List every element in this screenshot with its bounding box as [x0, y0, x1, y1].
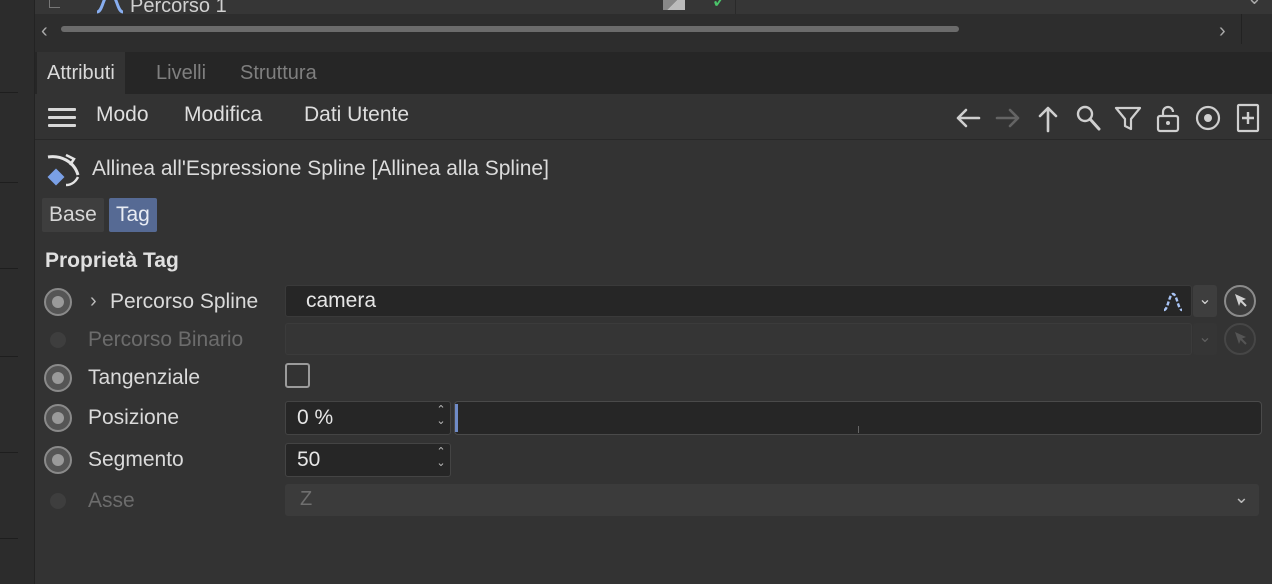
tab-structure[interactable]: Struttura — [230, 52, 327, 94]
position-slider[interactable] — [454, 401, 1262, 435]
stepper-arrows-icon[interactable]: ⌃ ⌄ — [434, 447, 448, 469]
property-label: Asse — [88, 489, 135, 512]
spline-object-icon — [96, 0, 124, 14]
panel-tabbar: Attributi Livelli Struttura — [35, 52, 1272, 94]
attributes-menubar: Modo Modifica Dati Utente — [35, 95, 1272, 140]
axis-select: Z ⌄ — [285, 484, 1259, 516]
property-rail-path: Percorso Binario ⌄ — [44, 323, 1264, 357]
segment-input[interactable]: 50 ⌃ ⌄ — [285, 443, 451, 477]
position-input[interactable]: 0 % ⌃ ⌄ — [285, 401, 451, 435]
align-to-spline-tag-icon — [47, 153, 80, 187]
divider — [0, 268, 18, 269]
divider — [0, 356, 18, 357]
stepper-arrows-icon[interactable]: ⌃ ⌄ — [434, 405, 448, 427]
spline-link-value: camera — [306, 289, 377, 312]
left-panel-edge — [0, 0, 35, 584]
hamburger-menu-icon[interactable] — [48, 108, 76, 128]
menu-user-data[interactable]: Dati Utente — [304, 103, 409, 127]
property-segment: Segmento 50 ⌃ ⌄ — [44, 443, 1264, 477]
tree-connector — [49, 0, 60, 8]
animation-toggle[interactable] — [44, 404, 72, 432]
subtab-tag[interactable]: Tag — [109, 198, 157, 232]
divider — [0, 538, 18, 539]
tag-title: Allinea all'Espressione Spline [Allinea … — [92, 157, 549, 180]
chevron-down-icon: ⌄ — [1193, 323, 1217, 355]
layer-badge-icon[interactable] — [663, 0, 685, 10]
animation-toggle[interactable] — [44, 288, 72, 316]
property-spline-path: › Percorso Spline camera ⌄ — [44, 285, 1264, 319]
property-label: Percorso Spline — [110, 290, 259, 313]
pick-object-button — [1224, 323, 1256, 355]
scroll-right-icon[interactable]: › — [1219, 20, 1226, 43]
target-icon[interactable] — [1193, 103, 1223, 133]
divider — [1241, 14, 1242, 44]
arrow-up-icon[interactable] — [1033, 103, 1063, 133]
arrow-left-icon[interactable] — [953, 103, 983, 133]
chevron-down-icon[interactable]: ⌄ — [1193, 285, 1217, 317]
menu-edit[interactable]: Modifica — [184, 103, 262, 127]
spline-object-icon — [1163, 292, 1183, 312]
filter-icon[interactable] — [1113, 103, 1143, 133]
property-axis: Asse Z ⌄ — [44, 484, 1264, 518]
slider-midpoint-tick — [858, 426, 859, 433]
object-manager-strip: Percorso 1 ✓ ⌄ ‹ › — [35, 0, 1272, 52]
subtab-base[interactable]: Base — [42, 198, 104, 232]
property-tangential: Tangenziale — [44, 361, 1264, 395]
property-label: Tangenziale — [88, 366, 201, 389]
divider — [0, 92, 18, 93]
object-row[interactable]: Percorso 1 ✓ ⌄ — [35, 0, 1272, 14]
expand-chevron-icon[interactable]: › — [90, 290, 97, 313]
chevron-down-icon[interactable]: ⌄ — [1247, 0, 1262, 9]
chevron-down-icon: ⌄ — [1233, 487, 1249, 507]
cursor-arrow-icon — [1235, 294, 1247, 307]
cursor-arrow-icon — [1235, 332, 1247, 345]
rail-link-field — [285, 323, 1192, 355]
tangential-checkbox[interactable] — [285, 363, 310, 388]
property-label: Posizione — [88, 406, 180, 429]
property-label: Percorso Binario — [88, 328, 244, 351]
scroll-left-icon[interactable]: ‹ — [41, 20, 48, 43]
pick-object-button[interactable] — [1224, 285, 1256, 317]
spline-link-field[interactable]: camera — [285, 285, 1192, 317]
horizontal-scrollbar[interactable] — [61, 26, 959, 32]
divider — [735, 0, 736, 14]
property-label: Segmento — [88, 448, 184, 471]
tab-attributes[interactable]: Attributi — [37, 52, 125, 94]
menu-mode[interactable]: Modo — [96, 103, 149, 127]
object-name[interactable]: Percorso 1 — [130, 0, 227, 14]
enabled-check-icon[interactable]: ✓ — [711, 0, 729, 14]
animation-toggle[interactable] — [44, 446, 72, 474]
segment-value: 50 — [297, 448, 321, 471]
section-title: Proprietà Tag — [45, 249, 179, 272]
position-value: 0 % — [297, 406, 334, 429]
search-icon[interactable] — [1073, 103, 1103, 133]
divider — [0, 182, 18, 183]
arrow-right-icon[interactable] — [993, 103, 1023, 133]
new-panel-icon[interactable] — [1233, 103, 1263, 133]
axis-value: Z — [300, 488, 313, 510]
animation-toggle — [50, 332, 66, 348]
tab-layers[interactable]: Livelli — [146, 52, 216, 94]
lock-icon[interactable] — [1153, 103, 1183, 133]
divider — [0, 452, 18, 453]
property-position: Posizione 0 % ⌃ ⌄ — [44, 401, 1264, 435]
animation-toggle — [50, 493, 66, 509]
animation-toggle[interactable] — [44, 364, 72, 392]
slider-handle[interactable] — [455, 404, 458, 432]
